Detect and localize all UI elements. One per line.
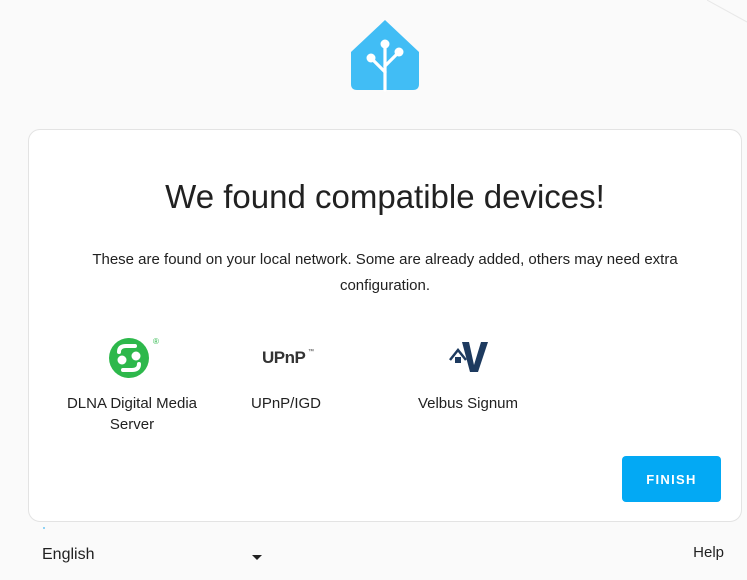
finish-button[interactable]: FINISH	[622, 456, 721, 502]
device-item-dlna[interactable]: ® DLNA Digital Media Server	[47, 333, 217, 435]
onboarding-page: We found compatible devices! These are f…	[0, 0, 747, 580]
device-name: UPnP/IGD	[250, 395, 322, 412]
footer: English Help	[28, 540, 742, 576]
upnp-icon: UPnP ™	[262, 348, 314, 367]
discovery-card: We found compatible devices! These are f…	[28, 129, 742, 522]
progress-dot	[43, 527, 45, 529]
device-item-velbus[interactable]: Velbus Signum	[383, 333, 553, 414]
device-name: DLNA Digital Media Server	[66, 395, 198, 433]
dlna-icon: ®	[109, 337, 159, 378]
language-value: English	[42, 546, 95, 563]
page-title: We found compatible devices!	[165, 178, 605, 215]
velbus-icon	[449, 342, 488, 372]
svg-text:®: ®	[153, 337, 159, 346]
corner-decoration	[707, 0, 747, 23]
device-name: Velbus Signum	[417, 395, 519, 412]
svg-text:UPnP: UPnP	[262, 348, 306, 367]
discovery-description: These are found on your local network. S…	[92, 251, 678, 294]
home-assistant-logo-icon	[351, 20, 419, 92]
caret-down-icon	[252, 555, 262, 560]
help-link[interactable]: Help	[693, 544, 724, 561]
language-select[interactable]: English	[42, 546, 262, 572]
device-item-upnp[interactable]: UPnP ™ UPnP/IGD	[201, 333, 371, 414]
svg-text:™: ™	[308, 348, 314, 355]
